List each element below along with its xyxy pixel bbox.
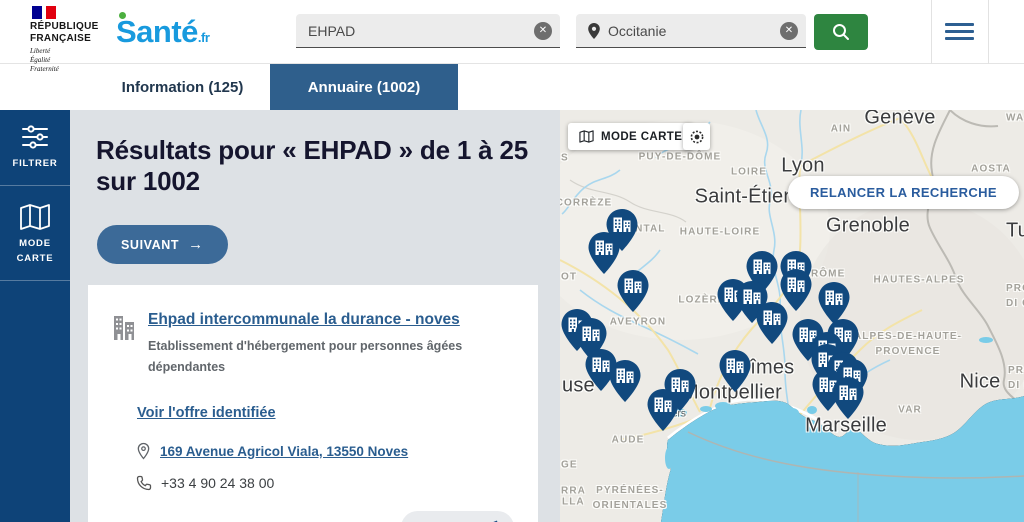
gov-motto-1: Liberté [30, 47, 51, 55]
results-panel: Résultats pour « EHPAD » de 1 à 25 sur 1… [70, 110, 560, 522]
gov-name-line1: RÉPUBLIQUE [30, 21, 99, 32]
sidebar-item-mode-carte[interactable]: MODE CARTE [0, 186, 70, 281]
sidebar: FILTRER MODE CARTE [0, 110, 70, 522]
magnifier-icon [833, 24, 849, 40]
target-icon [690, 130, 703, 143]
map-icon [579, 130, 594, 143]
map-canvas [560, 110, 1024, 522]
sidebar-filtrer-label: FILTRER [12, 158, 58, 169]
header: RÉPUBLIQUE FRANÇAISE Liberté Égalité Fra… [0, 0, 1024, 73]
phone-row: +33 4 90 24 38 00 [136, 475, 514, 491]
phone-icon [136, 476, 152, 491]
gouv-logo: RÉPUBLIQUE FRANÇAISE Liberté Égalité Fra… [30, 6, 105, 73]
locate-me-button[interactable] [683, 123, 710, 150]
map-icon [20, 204, 50, 231]
filter-sliders-icon [22, 125, 48, 149]
sante-logo[interactable]: Santé.fr [116, 12, 210, 50]
menu-hamburger-icon[interactable] [945, 23, 974, 44]
address-link[interactable]: 169 Avenue Agricol Viala, 13550 Noves [160, 444, 408, 459]
gov-motto-3: Fraternité [30, 64, 59, 73]
french-flag-icon [32, 6, 105, 19]
phone-number: +33 4 90 24 38 00 [161, 475, 275, 492]
relancer-recherche-button[interactable]: RELANCER LA RECHERCHE [788, 176, 1019, 209]
map-pin[interactable] [646, 388, 680, 432]
tab-annuaire[interactable]: Annuaire (1002) [270, 64, 458, 110]
next-page-button[interactable]: SUIVANT → [97, 225, 228, 265]
address-row: 169 Avenue Agricol Viala, 13550 Noves [136, 442, 514, 460]
search-location-field: ✕ [576, 14, 806, 48]
map-panel[interactable]: GenèveLyonSaint-ÉtienneGrenobleTurinNîme… [560, 110, 1024, 522]
map-pin[interactable] [755, 301, 789, 345]
clear-query-icon[interactable]: ✕ [534, 22, 552, 40]
arrow-right-icon: → [188, 236, 204, 254]
map-pin[interactable] [608, 359, 642, 403]
map-pin[interactable] [718, 349, 752, 393]
go-there-button[interactable]: Y ALLER [400, 511, 514, 522]
page-title: Résultats pour « EHPAD » de 1 à 25 sur 1… [96, 135, 528, 197]
search-query-field: ✕ [296, 14, 560, 48]
header-divider [988, 0, 989, 64]
address-pin-icon [137, 443, 150, 460]
search-location-input[interactable] [608, 14, 769, 47]
map-mode-carte-button[interactable]: MODE CARTE [568, 123, 694, 150]
search-button[interactable] [814, 14, 868, 50]
map-pin[interactable] [616, 269, 650, 313]
building-icon [114, 316, 134, 341]
result-title-link[interactable]: Ehpad intercommunale la durance - noves [148, 310, 468, 330]
sante-logo-green-dot [119, 12, 126, 19]
offer-link[interactable]: Voir l'offre identifiée [137, 405, 514, 421]
location-pin-icon [588, 23, 600, 39]
sidebar-mode-carte-label: MODE CARTE [16, 238, 54, 264]
search-query-input[interactable] [308, 14, 493, 47]
header-divider [931, 0, 932, 64]
result-card: Ehpad intercommunale la durance - noves … [88, 285, 538, 522]
tab-information[interactable]: Information (125) [95, 64, 270, 110]
map-pin[interactable] [831, 376, 865, 420]
result-subtitle: Etablissement d'hébergement pour personn… [148, 338, 463, 375]
gov-motto-2: Égalité [30, 55, 51, 64]
gov-name-line2: FRANÇAISE [30, 32, 92, 44]
tab-bar: Information (125) Annuaire (1002) [0, 64, 1024, 110]
sidebar-item-filtrer[interactable]: FILTRER [0, 110, 70, 187]
clear-location-icon[interactable]: ✕ [780, 22, 798, 40]
